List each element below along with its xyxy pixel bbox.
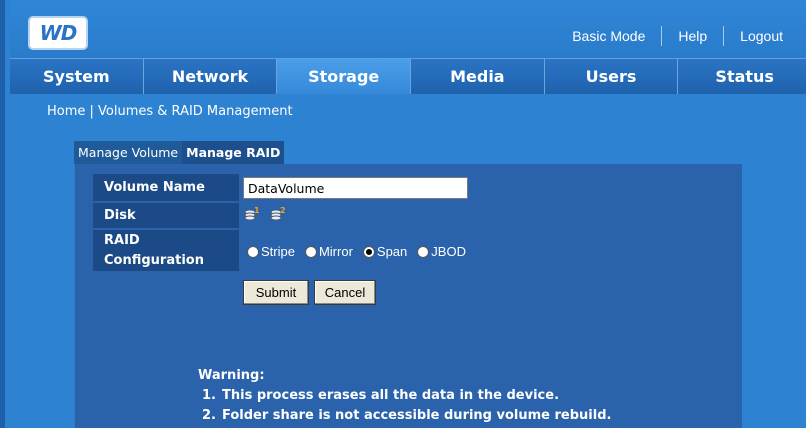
- breadcrumb: Home | Volumes & RAID Management: [47, 104, 293, 119]
- subtab-manage-volume[interactable]: Manage Volume: [74, 141, 183, 165]
- help-link[interactable]: Help: [662, 28, 723, 44]
- tab-network[interactable]: Network: [143, 59, 278, 94]
- radio-jbod[interactable]: [417, 245, 430, 258]
- wd-logo[interactable]: WD: [28, 16, 88, 50]
- radio-mirror[interactable]: [304, 245, 317, 258]
- radio-stripe-label: Stripe: [261, 244, 295, 259]
- raid-option-jbod[interactable]: JBOD: [417, 244, 466, 259]
- basic-mode-link[interactable]: Basic Mode: [556, 28, 661, 44]
- volume-name-input[interactable]: [243, 177, 468, 199]
- radio-jbod-label: JBOD: [431, 244, 466, 259]
- warning-list: 1. This process erases all the data in th…: [202, 386, 611, 426]
- raid-option-mirror[interactable]: Mirror: [304, 244, 353, 259]
- warning-item: 2. Folder share is not accessible during …: [202, 406, 611, 426]
- raid-label-line1: RAID: [104, 232, 140, 248]
- subtab-manage-raid[interactable]: Manage RAID: [182, 141, 285, 165]
- radio-stripe[interactable]: [247, 245, 259, 258]
- raid-panel: Volume Name Disk 1 2: [74, 164, 742, 428]
- disk-1-icon[interactable]: 1: [244, 206, 260, 221]
- warning-block: Warning: 1. This process erases all the d…: [198, 366, 611, 426]
- disk-label: Disk: [93, 203, 239, 228]
- raid-options: Stripe Mirror Span JBOD: [247, 244, 476, 259]
- disk-2-icon[interactable]: 2: [270, 206, 286, 221]
- tab-storage[interactable]: Storage: [277, 59, 412, 94]
- volume-name-label: Volume Name: [93, 174, 239, 201]
- main-nav: System Network Storage Media Users Statu…: [10, 58, 806, 94]
- disk-1-number: 1: [254, 206, 260, 215]
- tab-media[interactable]: Media: [411, 59, 545, 94]
- tab-system[interactable]: System: [10, 59, 144, 94]
- header: WD Basic Mode Help Logout: [10, 0, 806, 58]
- disk-icons: 1 2: [244, 206, 286, 221]
- subtabs: Manage Volume Manage RAID: [74, 141, 285, 165]
- warning-item: 1. This process erases all the data in th…: [202, 386, 611, 406]
- warning-item-number: 2.: [202, 408, 216, 423]
- disk-2-number: 2: [280, 206, 286, 215]
- warning-item-text: Folder share is not accessible during vo…: [222, 408, 612, 423]
- warning-title: Warning:: [198, 368, 265, 383]
- radio-span-label: Span: [376, 244, 408, 259]
- page-frame: WD Basic Mode Help Logout System Network…: [0, 0, 806, 428]
- warning-item-text: This process erases all the data in the …: [222, 388, 560, 403]
- raid-label-line2: Configuration: [104, 252, 204, 268]
- radio-span[interactable]: [362, 245, 375, 258]
- tab-status[interactable]: Status: [678, 59, 806, 94]
- raid-option-span[interactable]: Span: [362, 244, 408, 259]
- logout-link[interactable]: Logout: [724, 28, 783, 44]
- top-links: Basic Mode Help Logout: [556, 26, 783, 46]
- cancel-button[interactable]: Cancel: [314, 280, 376, 305]
- raid-configuration-label: RAID Configuration: [93, 230, 239, 271]
- radio-mirror-label: Mirror: [318, 244, 353, 259]
- raid-option-stripe[interactable]: Stripe: [247, 244, 295, 259]
- logo-text: WD: [39, 21, 78, 45]
- submit-button[interactable]: Submit: [243, 280, 309, 305]
- warning-item-number: 1.: [202, 388, 216, 403]
- tab-users[interactable]: Users: [544, 59, 679, 94]
